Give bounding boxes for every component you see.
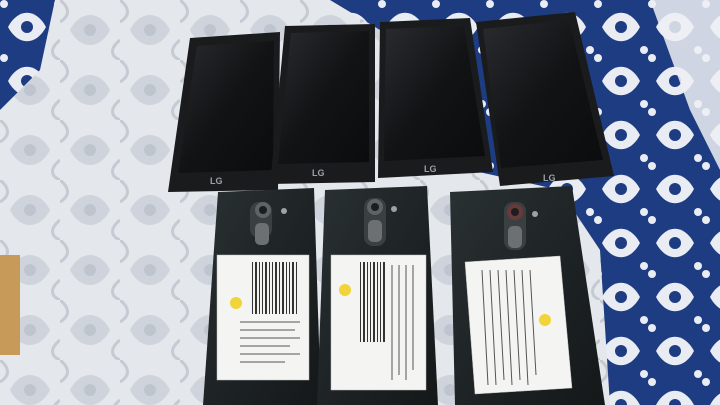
back-phone-2: [317, 186, 438, 405]
brand-logo: LG: [543, 173, 556, 183]
back-phone-1: [203, 188, 321, 405]
front-phone-2: LG: [270, 24, 375, 184]
photo-scene: LG LG LG LG: [0, 0, 720, 405]
wood-edge: [0, 255, 20, 355]
brand-logo: LG: [312, 168, 325, 178]
brand-logo: LG: [210, 176, 223, 186]
brand-logo: LG: [424, 164, 437, 174]
